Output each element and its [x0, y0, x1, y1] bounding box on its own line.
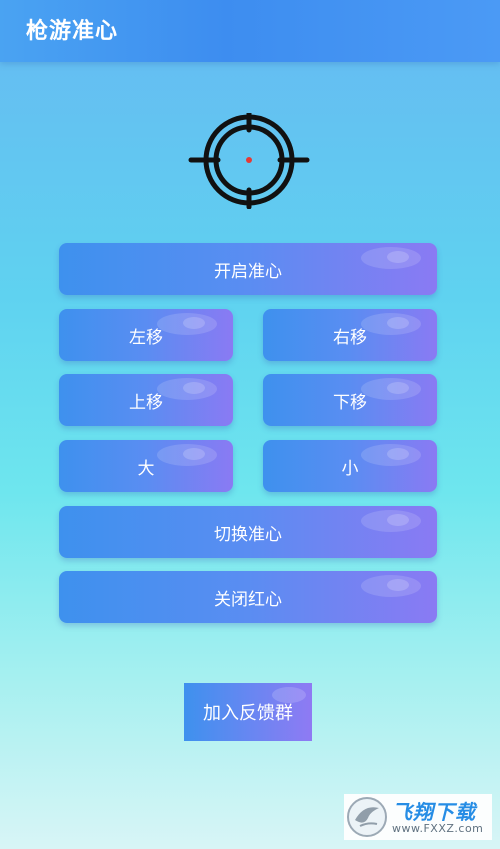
- close-red-dot-button[interactable]: 关闭红心: [59, 571, 437, 623]
- move-right-label: 右移: [333, 327, 367, 348]
- move-right-button[interactable]: 右移: [263, 309, 437, 361]
- size-bigger-button[interactable]: 大: [59, 440, 233, 492]
- open-crosshair-label: 开启准心: [214, 261, 282, 282]
- crosshair-center-dot: [246, 157, 252, 163]
- size-smaller-label: 小: [341, 458, 359, 479]
- watermark-logo-icon: [347, 797, 387, 837]
- size-smaller-button[interactable]: 小: [263, 440, 437, 492]
- switch-crosshair-button[interactable]: 切换准心: [59, 506, 437, 558]
- watermark-brand: 飞翔下载: [392, 800, 476, 824]
- move-down-button[interactable]: 下移: [263, 374, 437, 426]
- app-header: 枪游准心: [0, 0, 500, 62]
- app-title: 枪游准心: [26, 19, 119, 44]
- crosshair-icon: [188, 113, 310, 209]
- move-down-label: 下移: [333, 392, 367, 413]
- size-bigger-label: 大: [137, 458, 155, 479]
- watermark: 飞翔下载 www.FXXZ.com: [344, 794, 492, 840]
- close-red-dot-label: 关闭红心: [214, 589, 282, 610]
- join-feedback-group-button[interactable]: 加入反馈群: [184, 683, 312, 741]
- move-up-button[interactable]: 上移: [59, 374, 233, 426]
- move-up-label: 上移: [129, 392, 163, 413]
- watermark-url: www.FXXZ.com: [392, 822, 484, 835]
- move-left-button[interactable]: 左移: [59, 309, 233, 361]
- open-crosshair-button[interactable]: 开启准心: [59, 243, 437, 295]
- join-feedback-group-label: 加入反馈群: [203, 703, 293, 724]
- move-left-label: 左移: [129, 327, 163, 348]
- switch-crosshair-label: 切换准心: [214, 524, 282, 545]
